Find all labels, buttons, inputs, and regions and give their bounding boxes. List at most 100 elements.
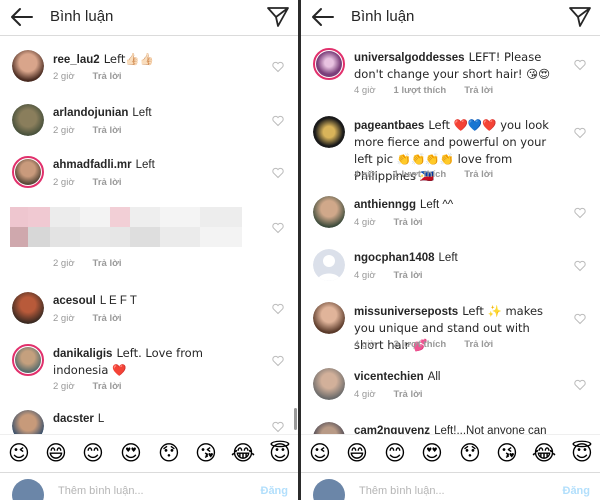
heart-icon[interactable] (272, 167, 284, 179)
emoji-button[interactable]: 😉 (307, 440, 333, 466)
comment-username[interactable]: ngocphan1408 (354, 252, 435, 264)
reply-button[interactable]: Trả lời (394, 270, 423, 281)
reply-button[interactable]: Trả lời (93, 313, 122, 324)
comments-panel-right: Bình luận universalgoddesses LEFT! Please… (301, 0, 600, 500)
comment-meta: 4 giờ 1 lượt thích Trả lời (354, 169, 511, 180)
heart-icon[interactable] (272, 61, 284, 73)
reply-button[interactable]: Trả lời (464, 169, 493, 180)
emoji-button[interactable]: 😯 (457, 440, 483, 466)
emoji-button[interactable]: 😘 (193, 440, 219, 466)
reply-button[interactable]: Trả lời (93, 258, 122, 269)
comment-text: Left (132, 107, 152, 119)
arrow-left-icon[interactable] (309, 4, 337, 30)
emoji-button[interactable]: 😄 (43, 440, 69, 466)
reply-button[interactable]: Trả lời (93, 177, 122, 188)
comment-time: 4 giờ (354, 217, 376, 228)
comment-username[interactable]: acesoul (53, 295, 96, 307)
emoji-button[interactable]: 😯 (156, 440, 182, 466)
comment-username[interactable]: pageantbaes (354, 120, 424, 132)
avatar[interactable] (12, 104, 44, 136)
heart-icon[interactable] (272, 303, 284, 315)
comment-meta: 4 giờ Trả lời (354, 270, 440, 281)
heart-icon[interactable] (272, 115, 284, 127)
reply-button[interactable]: Trả lời (394, 217, 423, 228)
comment-username[interactable]: vicentechien (354, 371, 424, 383)
comment-text: Left (438, 252, 458, 264)
comment-username[interactable]: danikaligis (53, 348, 112, 360)
heart-icon[interactable] (574, 379, 586, 391)
comment-list[interactable]: universalgoddesses LEFT! Please don't cha… (301, 36, 600, 434)
comment-username[interactable]: universalgoddesses (354, 52, 465, 64)
emoji-button[interactable]: 😂 (230, 440, 256, 466)
comment-username[interactable]: arlandojunian (53, 107, 128, 119)
blurred-comment (10, 207, 242, 247)
paper-plane-icon[interactable] (568, 5, 592, 29)
heart-icon[interactable] (574, 127, 586, 139)
avatar[interactable] (313, 302, 345, 334)
comment-text: L (97, 413, 105, 425)
reply-button[interactable]: Trả lời (464, 339, 493, 350)
page-title: Bình luận (50, 8, 114, 25)
comment-username[interactable]: ree_lau2 (53, 54, 100, 66)
comment-meta: 4 giờ Trả lời (354, 389, 440, 400)
emoji-button[interactable]: 😄 (344, 440, 370, 466)
emoji-button[interactable]: 😊 (80, 440, 106, 466)
emoji-button[interactable]: 😇 (569, 440, 595, 466)
comment-username[interactable]: cam2nguyenz (354, 425, 430, 434)
avatar[interactable] (313, 196, 345, 228)
emoji-button[interactable]: 😇 (267, 440, 293, 466)
heart-icon[interactable] (272, 222, 284, 234)
paper-plane-icon[interactable] (266, 5, 290, 29)
emoji-button[interactable]: 😍 (118, 440, 144, 466)
avatar[interactable] (12, 50, 44, 82)
scrollbar-thumb[interactable] (294, 408, 297, 430)
heart-icon[interactable] (574, 313, 586, 325)
heart-icon[interactable] (574, 260, 586, 272)
likes-count[interactable]: 1 lượt thích (394, 85, 447, 96)
comment-meta: 2 giờ Trả lời (53, 313, 139, 324)
comment-username[interactable]: missuniverseposts (354, 306, 458, 318)
comment-list[interactable]: ree_lau2 Left👍🏻👍🏻 2 giờ Trả lời arlandojun… (0, 36, 298, 434)
heart-icon[interactable] (574, 207, 586, 219)
reply-button[interactable]: Trả lời (464, 85, 493, 96)
heart-icon[interactable] (574, 59, 586, 71)
heart-icon[interactable] (272, 355, 284, 367)
likes-count[interactable]: 2 lượt thích (394, 339, 447, 350)
avatar[interactable] (313, 116, 345, 148)
avatar[interactable] (313, 422, 345, 434)
reply-button[interactable]: Trả lời (93, 125, 122, 136)
comment-time: 2 giờ (53, 313, 75, 324)
comment-input[interactable] (58, 483, 218, 499)
reply-button[interactable]: Trả lời (93, 71, 122, 82)
header: Bình luận (301, 0, 600, 36)
avatar (313, 479, 345, 500)
avatar[interactable] (12, 344, 44, 376)
post-button[interactable]: Đăng (563, 485, 591, 497)
comment-username[interactable]: dacster (53, 413, 94, 425)
avatar[interactable] (313, 249, 345, 281)
emoji-button[interactable]: 😊 (382, 440, 408, 466)
comment-text: Left (135, 159, 155, 171)
comment-meta: 2 giờ Trả lời (53, 381, 139, 392)
arrow-left-icon[interactable] (8, 4, 36, 30)
comment-text: Left👍🏻👍🏻 (103, 52, 154, 66)
comment-username[interactable]: anthienngg (354, 199, 416, 211)
avatar[interactable] (12, 292, 44, 324)
avatar[interactable] (313, 48, 345, 80)
comment-username[interactable]: ahmadfadli.mr (53, 159, 132, 171)
avatar (12, 479, 44, 500)
avatar[interactable] (12, 156, 44, 188)
emoji-button[interactable]: 😉 (6, 440, 32, 466)
emoji-button[interactable]: 😘 (494, 440, 520, 466)
emoji-button[interactable]: 😍 (419, 440, 445, 466)
avatar[interactable] (313, 368, 345, 400)
likes-count[interactable]: 1 lượt thích (394, 169, 447, 180)
post-button[interactable]: Đăng (261, 485, 289, 497)
screenshot-stage: Bình luận ree_lau2 Left👍🏻👍🏻 2 giờ Trả lời … (0, 0, 600, 500)
reply-button[interactable]: Trả lời (93, 381, 122, 392)
heart-icon[interactable] (272, 421, 284, 433)
avatar[interactable] (12, 410, 44, 434)
emoji-button[interactable]: 😂 (531, 440, 557, 466)
comment-input[interactable] (359, 483, 519, 499)
reply-button[interactable]: Trả lời (394, 389, 423, 400)
